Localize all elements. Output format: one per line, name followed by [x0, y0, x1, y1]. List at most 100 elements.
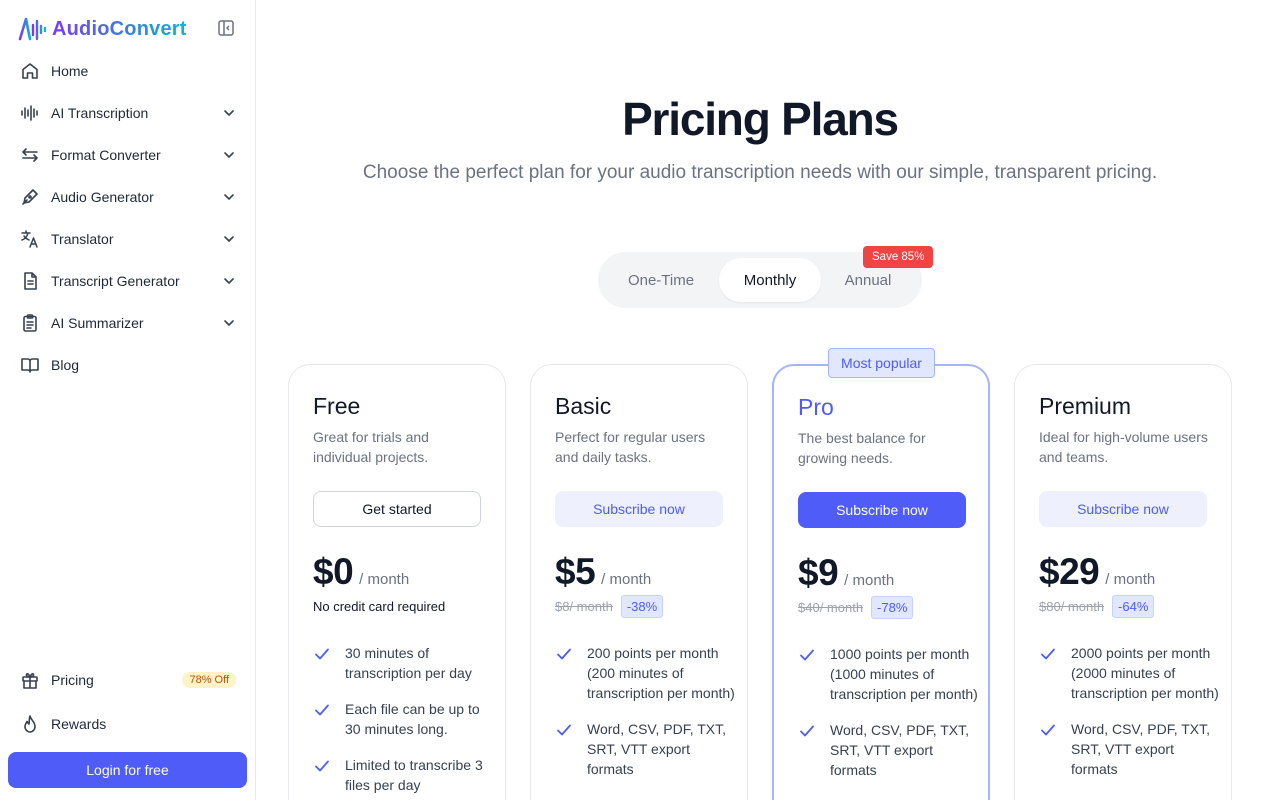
sidebar-item-label: AI Summarizer [51, 315, 144, 331]
sidebar-item-pricing[interactable]: Pricing 78% Off [8, 658, 248, 702]
plan-price: $5 [555, 551, 596, 592]
price-period: / month [601, 571, 652, 588]
main-content: Pricing Plans Choose the perfect plan fo… [256, 0, 1280, 800]
feature-list: 30 minutes of transcription per day Each… [313, 643, 493, 800]
save-badge: Save 85% [863, 246, 934, 268]
sidebar-item-label: Format Converter [51, 147, 161, 163]
plan-name: Pro [798, 394, 834, 420]
most-popular-badge: Most popular [828, 348, 935, 378]
feature-item: Word, CSV, PDF, TXT, SRT, VTT export for… [798, 720, 978, 780]
feature-text: Word, CSV, PDF, TXT, SRT, VTT export for… [1071, 721, 1211, 777]
toggle-one-time[interactable]: One-Time [610, 258, 712, 302]
feature-text: Word, CSV, PDF, TXT, SRT, VTT export for… [587, 721, 727, 777]
sidebar-item-format-converter[interactable]: Format Converter [8, 134, 248, 176]
price-row: $5 / month [555, 551, 651, 593]
original-price-row: $40/ month -78% [798, 596, 914, 619]
collapse-sidebar-button[interactable] [216, 18, 236, 38]
price-note: No credit card required [313, 599, 446, 614]
sidebar-nav: Home AI Transcription Format Converter A… [8, 50, 248, 386]
book-icon [21, 358, 39, 373]
check-icon [800, 649, 814, 661]
sidebar-item-label: Rewards [51, 716, 107, 732]
waveform-icon [21, 105, 38, 121]
plan-name: Free [313, 393, 361, 419]
discount-badge: 78% Off [182, 672, 236, 688]
original-price: $8/ month [555, 599, 613, 614]
feature-item: 200 points per month (200 minutes of tra… [555, 643, 735, 703]
plan-price: $9 [798, 552, 839, 593]
subscribe-button[interactable]: Subscribe now [1039, 491, 1207, 527]
toggle-monthly[interactable]: Monthly [719, 258, 821, 302]
price-period: / month [359, 571, 410, 588]
sidebar-item-label: AI Transcription [51, 105, 149, 121]
sidebar-item-label: Translator [51, 231, 114, 247]
feature-text: 2000 points per month (2000 minutes of t… [1071, 645, 1219, 701]
sidebar-item-home[interactable]: Home [8, 50, 248, 92]
feature-list: 1000 points per month (1000 minutes of t… [798, 644, 978, 796]
sidebar-item-audio-generator[interactable]: Audio Generator [8, 176, 248, 218]
document-icon [24, 272, 37, 290]
price-row: $0 / month [313, 551, 409, 593]
feature-item: 2000 points per month (2000 minutes of t… [1039, 643, 1219, 703]
feature-item: 30 minutes of transcription per day [313, 643, 493, 683]
chevron-down-icon [224, 320, 234, 327]
feature-item: 1000 points per month (1000 minutes of t… [798, 644, 978, 704]
check-icon [557, 648, 571, 660]
check-icon [315, 704, 329, 716]
sidebar-item-ai-transcription[interactable]: AI Transcription [8, 92, 248, 134]
sidebar-item-label: Audio Generator [51, 189, 154, 205]
page-subtitle: Choose the perfect plan for your audio t… [362, 162, 1158, 183]
pen-nib-icon [22, 189, 38, 205]
plan-price: $29 [1039, 551, 1100, 592]
sidebar-bottom: Pricing 78% Off Rewards [8, 658, 248, 746]
feature-text: Limited to transcribe 3 files per day [345, 757, 483, 793]
plan-name: Basic [555, 393, 612, 419]
feature-text: 30 minutes of transcription per day [345, 645, 472, 681]
sidebar-collapse-icon [218, 20, 234, 36]
feature-text: Word, CSV, PDF, TXT, SRT, VTT export for… [830, 722, 970, 778]
sidebar-item-translator[interactable]: Translator [8, 218, 248, 260]
sidebar: AudioConvert Home AI Transcription Forma… [0, 0, 256, 800]
sidebar-item-label: Home [51, 63, 89, 79]
chevron-down-icon [224, 110, 234, 117]
get-started-button[interactable]: Get started [313, 491, 481, 527]
feature-list: 200 points per month (200 minutes of tra… [555, 643, 735, 795]
original-price-row: $80/ month -64% [1039, 595, 1155, 618]
sidebar-item-ai-summarizer[interactable]: AI Summarizer [8, 302, 248, 344]
chevron-down-icon [224, 278, 234, 285]
feature-text: 1000 points per month (1000 minutes of t… [830, 646, 978, 702]
subscribe-button[interactable]: Subscribe now [555, 491, 723, 527]
chevron-down-icon [224, 236, 234, 243]
swap-arrows-icon [22, 148, 38, 162]
chevron-down-icon [224, 152, 234, 159]
feature-text: Each file can be up to 30 minutes long. [345, 701, 480, 737]
original-price-row: $8/ month -38% [555, 595, 664, 618]
sidebar-item-rewards[interactable]: Rewards [8, 702, 248, 746]
original-price: $80/ month [1039, 599, 1105, 614]
app-name: AudioConvert [52, 17, 187, 40]
check-icon [1041, 724, 1055, 736]
feature-text: 200 points per month (200 minutes of tra… [587, 645, 735, 701]
feature-list: 2000 points per month (2000 minutes of t… [1039, 643, 1219, 795]
feature-item: Each file can be up to 30 minutes long. [313, 699, 493, 739]
sidebar-item-label: Pricing [51, 672, 94, 688]
sidebar-item-transcript-generator[interactable]: Transcript Generator [8, 260, 248, 302]
sidebar-item-label: Blog [51, 357, 80, 373]
clipboard-icon [23, 314, 37, 332]
discount-badge: -78% [871, 596, 914, 619]
logo[interactable]: AudioConvert [18, 16, 187, 42]
check-icon [315, 648, 329, 660]
plan-card-premium: Premium Ideal for high-volume users and … [1014, 364, 1232, 800]
discount-badge: -64% [1112, 595, 1155, 618]
feature-item: Word, CSV, PDF, TXT, SRT, VTT export for… [1039, 719, 1219, 779]
subscribe-button[interactable]: Subscribe now [798, 492, 966, 528]
sidebar-item-blog[interactable]: Blog [8, 344, 248, 386]
plan-card-basic: Basic Perfect for regular users and dail… [530, 364, 748, 800]
check-icon [1041, 648, 1055, 660]
chevron-down-icon [224, 194, 234, 201]
plan-card-free: Free Great for trials and individual pro… [288, 364, 506, 800]
price-period: / month [844, 572, 895, 589]
feature-item: Limited to transcribe 3 files per day [313, 755, 493, 795]
logo-waveform-icon [18, 17, 46, 41]
login-button[interactable]: Login for free [8, 752, 247, 788]
